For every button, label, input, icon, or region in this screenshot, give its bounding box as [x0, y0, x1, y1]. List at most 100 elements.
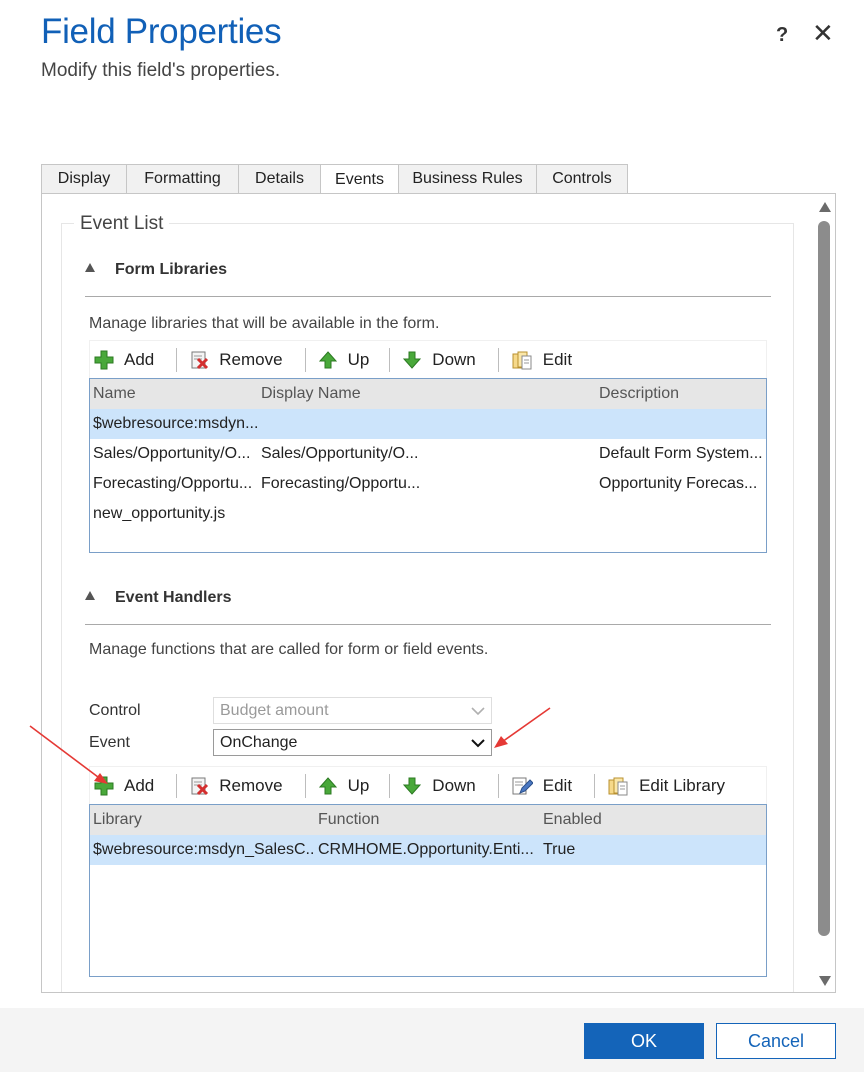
- event-select[interactable]: OnChange: [213, 729, 492, 756]
- form-libraries-divider: [85, 296, 771, 297]
- libraries-up-button[interactable]: Up: [318, 341, 370, 378]
- arrow-up-icon: [318, 776, 337, 794]
- toolbar-separator: [304, 773, 306, 798]
- libraries-edit-label: Edit: [542, 349, 573, 369]
- scroll-up-icon[interactable]: [818, 201, 832, 213]
- event-list-legend: Event List: [74, 213, 170, 235]
- handlers-add-button[interactable]: Add: [94, 767, 154, 804]
- cancel-button[interactable]: Cancel: [716, 1023, 836, 1059]
- toolbar-separator: [304, 347, 306, 372]
- column-header-display-name[interactable]: Display Name: [258, 385, 596, 403]
- tab-formatting[interactable]: Formatting: [126, 164, 238, 194]
- cell-name: Forecasting/Opportu...: [93, 475, 253, 492]
- tab-bar: Display Formatting Details Events Busine…: [41, 164, 628, 195]
- table-row[interactable]: $webresource:msdyn...: [90, 409, 766, 439]
- arrow-up-icon: [318, 350, 337, 368]
- collapse-triangle-icon[interactable]: [85, 591, 95, 600]
- libraries-down-label: Down: [432, 349, 476, 369]
- cell-display-name: Sales/Opportunity/O...: [261, 445, 419, 462]
- control-select-value: Budget amount: [220, 701, 329, 719]
- toolbar-separator: [389, 347, 391, 372]
- table-row[interactable]: $webresource:msdyn_SalesC... CRMHOME.Opp…: [90, 835, 766, 865]
- event-handlers-description: Manage functions that are called for for…: [89, 641, 489, 658]
- toolbar-separator: [594, 773, 596, 798]
- toolbar-separator: [497, 773, 499, 798]
- form-libraries-grid: Name Display Name Description $webresour…: [89, 378, 767, 553]
- table-row[interactable]: Sales/Opportunity/O... Sales/Opportunity…: [90, 439, 766, 469]
- control-select: Budget amount: [213, 697, 492, 724]
- handlers-up-button[interactable]: Up: [318, 767, 370, 804]
- toolbar-separator: [176, 347, 178, 372]
- event-handlers-heading[interactable]: Event Handlers: [85, 589, 231, 607]
- tab-controls[interactable]: Controls: [536, 164, 628, 194]
- libraries-down-button[interactable]: Down: [402, 341, 476, 378]
- libraries-add-label: Add: [124, 349, 155, 369]
- form-libraries-toolbar: Add Remove Up Down Edit: [89, 340, 767, 378]
- scroll-down-icon[interactable]: [818, 975, 832, 987]
- close-button[interactable]: ✕: [812, 20, 834, 46]
- table-row[interactable]: new_opportunity.js: [90, 499, 766, 529]
- vertical-scrollbar-thumb[interactable]: [818, 221, 830, 936]
- cell-description: Opportunity Forecas...: [599, 475, 758, 492]
- arrow-down-icon: [403, 351, 422, 369]
- event-handlers-grid: Library Function Enabled $webresource:ms…: [89, 804, 767, 977]
- arrow-down-icon: [403, 777, 422, 795]
- tab-display[interactable]: Display: [41, 164, 126, 194]
- cell-description: Default Form System...: [599, 445, 763, 462]
- libraries-edit-button[interactable]: Edit: [511, 341, 572, 378]
- events-tab-panel: Event List Form Libraries Manage librari…: [41, 193, 836, 993]
- cell-library: $webresource:msdyn_SalesC...: [93, 841, 315, 858]
- column-header-name[interactable]: Name: [90, 385, 258, 403]
- event-label: Event: [89, 734, 130, 751]
- table-row[interactable]: Forecasting/Opportu... Forecasting/Oppor…: [90, 469, 766, 499]
- column-header-enabled[interactable]: Enabled: [540, 811, 766, 829]
- chevron-down-icon: [471, 738, 485, 747]
- toolbar-separator: [176, 773, 178, 798]
- event-handlers-divider: [85, 624, 771, 625]
- handlers-remove-button[interactable]: Remove: [189, 767, 283, 804]
- libraries-remove-label: Remove: [219, 349, 283, 369]
- toolbar-separator: [389, 773, 391, 798]
- column-header-description[interactable]: Description: [596, 385, 766, 403]
- control-label: Control: [89, 702, 141, 719]
- edit-library-icon: [608, 777, 628, 795]
- cell-name: Sales/Opportunity/O...: [93, 445, 251, 462]
- edit-library-icon: [512, 351, 532, 369]
- form-libraries-heading[interactable]: Form Libraries: [85, 261, 227, 279]
- chevron-down-icon: [471, 706, 485, 715]
- libraries-up-label: Up: [347, 349, 370, 369]
- handlers-edit-library-button[interactable]: Edit Library: [607, 767, 725, 804]
- dialog-title: Field Properties: [41, 12, 282, 51]
- libraries-add-button[interactable]: Add: [94, 341, 154, 378]
- form-libraries-description: Manage libraries that will be available …: [89, 315, 440, 332]
- handlers-edit-button[interactable]: Edit: [511, 767, 572, 804]
- tab-details[interactable]: Details: [238, 164, 320, 194]
- tab-events[interactable]: Events: [320, 164, 398, 195]
- ok-button[interactable]: OK: [584, 1023, 704, 1059]
- grid-header: Library Function Enabled: [90, 805, 766, 835]
- collapse-triangle-icon[interactable]: [85, 263, 95, 272]
- help-button[interactable]: ?: [776, 24, 788, 47]
- tab-business-rules[interactable]: Business Rules: [398, 164, 536, 194]
- event-select-value: OnChange: [220, 733, 298, 751]
- cell-display-name: Forecasting/Opportu...: [261, 475, 421, 492]
- dialog-subtitle: Modify this field's properties.: [41, 60, 281, 81]
- handlers-down-button[interactable]: Down: [402, 767, 476, 804]
- cell-enabled: True: [543, 841, 576, 858]
- handlers-edit-label: Edit: [542, 775, 573, 795]
- handlers-up-label: Up: [347, 775, 370, 795]
- libraries-remove-button[interactable]: Remove: [189, 341, 283, 378]
- column-header-function[interactable]: Function: [315, 811, 540, 829]
- handlers-add-label: Add: [124, 775, 155, 795]
- handlers-remove-label: Remove: [219, 775, 283, 795]
- edit-pencil-icon: [512, 777, 533, 794]
- column-header-library[interactable]: Library: [90, 811, 315, 829]
- remove-icon: [191, 351, 209, 369]
- cell-name: new_opportunity.js: [93, 505, 226, 522]
- remove-icon: [191, 777, 209, 795]
- handlers-edit-library-label: Edit Library: [639, 775, 726, 795]
- grid-header: Name Display Name Description: [90, 379, 766, 409]
- form-libraries-heading-label: Form Libraries: [115, 261, 228, 278]
- event-handlers-heading-label: Event Handlers: [115, 589, 232, 606]
- add-icon: [94, 776, 114, 795]
